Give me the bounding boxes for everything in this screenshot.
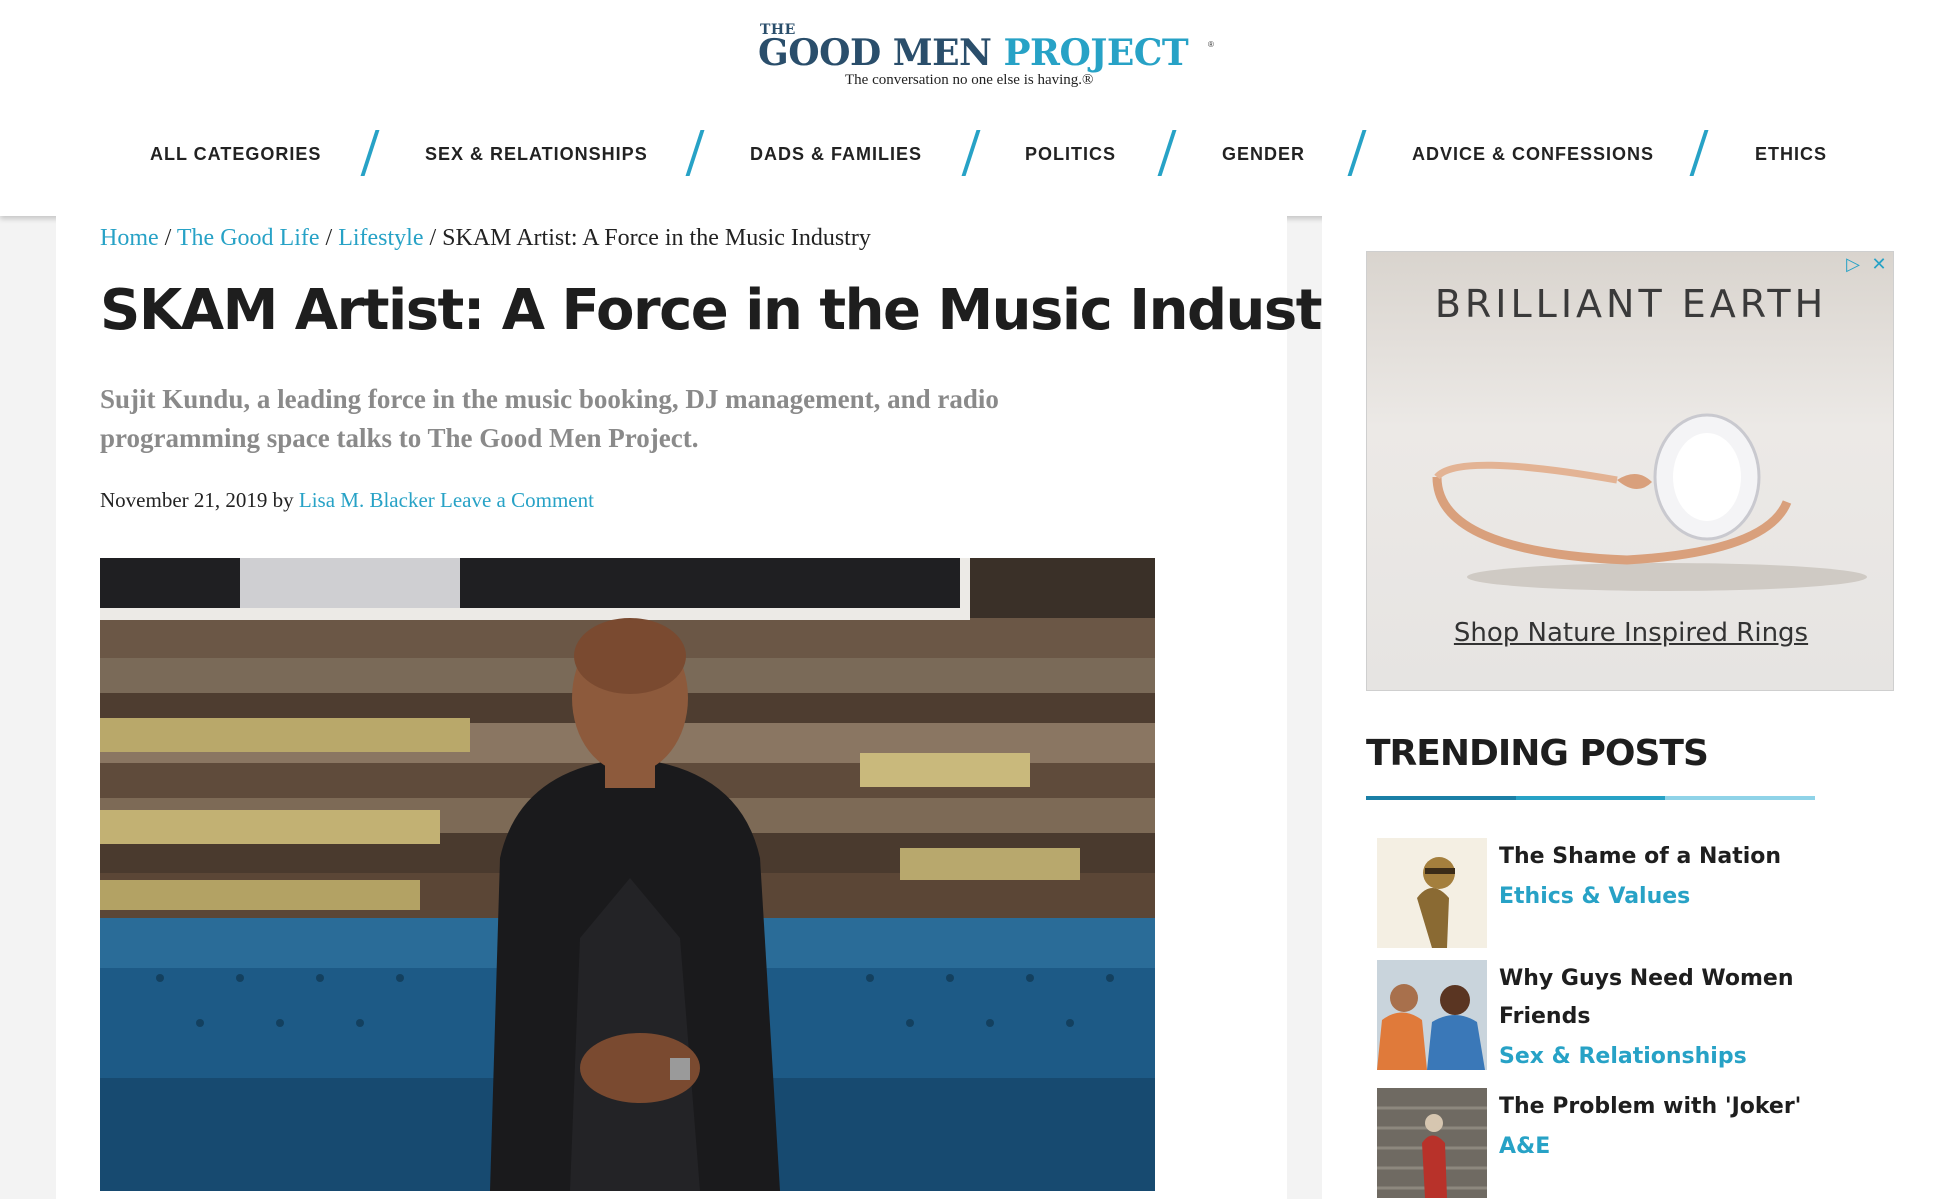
close-icon[interactable]: ✕ (1869, 254, 1889, 274)
breadcrumb-current: SKAM Artist: A Force in the Music Indust… (442, 225, 871, 251)
logo-registered-mark: ® (1208, 40, 1214, 49)
nav-item-politics[interactable]: POLITICS (1025, 144, 1116, 165)
nav-separator (685, 130, 705, 176)
site-header: THE GOOD MEN PROJECT ® The conversation … (0, 0, 1955, 216)
main-nav: ALL CATEGORIES SEX & RELATIONSHIPS DADS … (0, 130, 1955, 180)
trending-thumbnail[interactable] (1377, 838, 1487, 948)
nav-item-ethics[interactable]: ETHICS (1755, 144, 1827, 165)
breadcrumb-separator: / (423, 225, 443, 251)
breadcrumb-lifestyle[interactable]: Lifestyle (338, 225, 423, 251)
trending-post-category[interactable]: Sex & Relationships (1499, 1036, 1859, 1078)
leave-comment-link[interactable]: Leave a Comment (440, 488, 594, 512)
article-title: SKAM Artist: A Force in the Music Indust… (100, 278, 1384, 343)
breadcrumb-separator: / (158, 225, 177, 251)
nav-item-dads-families[interactable]: DADS & FAMILIES (750, 144, 922, 165)
trending-post-category[interactable]: A&E (1499, 1126, 1859, 1168)
ad-banner[interactable]: BRILLIANT EARTH Shop Nature Inspired Rin… (1366, 251, 1894, 691)
nav-separator (1157, 130, 1177, 176)
article-date: November 21, 2019 (100, 488, 268, 512)
nav-separator (1689, 130, 1709, 176)
trending-post-text: The Problem with 'Joker' A&E (1499, 1088, 1859, 1168)
divider-segment (1366, 796, 1516, 800)
logo-good-men-text: GOOD MEN (758, 32, 1004, 74)
trending-post-text: The Shame of a Nation Ethics & Values (1499, 838, 1859, 918)
trending-post-title[interactable]: Why Guys Need Women Friends (1499, 960, 1859, 1036)
author-link[interactable]: Lisa M. Blacker (299, 488, 435, 512)
breadcrumb-separator: / (319, 225, 339, 251)
trending-post-title[interactable]: The Shame of a Nation (1499, 838, 1859, 876)
trending-divider (1366, 796, 1816, 800)
ad-controls: ▷ ✕ (1843, 254, 1889, 274)
logo-project-text: PROJECT (1003, 32, 1189, 74)
breadcrumb: Home / The Good Life / Lifestyle / SKAM … (100, 225, 871, 252)
trending-thumbnail[interactable] (1377, 1088, 1487, 1198)
nav-item-sex-relationships[interactable]: SEX & RELATIONSHIPS (425, 144, 648, 165)
hero-photo (100, 558, 1155, 1191)
adchoices-icon[interactable]: ▷ (1843, 254, 1863, 274)
trending-post-category[interactable]: Ethics & Values (1499, 876, 1859, 918)
friends-image (1377, 960, 1487, 1070)
article-by: by (267, 488, 299, 512)
nav-separator (1347, 130, 1367, 176)
trending-post-title[interactable]: The Problem with 'Joker' (1499, 1088, 1859, 1126)
breadcrumb-home[interactable]: Home (100, 225, 159, 251)
nav-item-gender[interactable]: GENDER (1222, 144, 1305, 165)
divider-segment (1515, 796, 1666, 800)
breadcrumb-good-life[interactable]: The Good Life (177, 225, 320, 251)
article-subtitle: Sujit Kundu, a leading force in the musi… (100, 384, 999, 453)
nav-item-advice-confessions[interactable]: ADVICE & CONFESSIONS (1412, 144, 1654, 165)
nav-item-all-categories[interactable]: ALL CATEGORIES (150, 144, 321, 165)
nav-separator (961, 130, 981, 176)
ad-brand-text: BRILLIANT EARTH (1434, 282, 1828, 326)
ad-cta-link[interactable]: Shop Nature Inspired Rings (1367, 618, 1893, 648)
trending-thumbnail[interactable] (1377, 960, 1487, 1070)
trending-post-text: Why Guys Need Women Friends Sex & Relati… (1499, 960, 1859, 1078)
lady-justice-image (1377, 838, 1487, 948)
site-tagline: The conversation no one else is having.® (845, 72, 1094, 88)
article-meta: November 21, 2019 by Lisa M. Blacker Lea… (100, 488, 594, 513)
joker-image (1377, 1088, 1487, 1198)
trending-posts-title: TRENDING POSTS (1366, 733, 1709, 774)
divider-segment (1665, 796, 1816, 800)
logo-wordmark: GOOD MEN PROJECT (758, 32, 1189, 74)
article-hero-image (100, 558, 1155, 1191)
nav-separator (360, 130, 380, 176)
